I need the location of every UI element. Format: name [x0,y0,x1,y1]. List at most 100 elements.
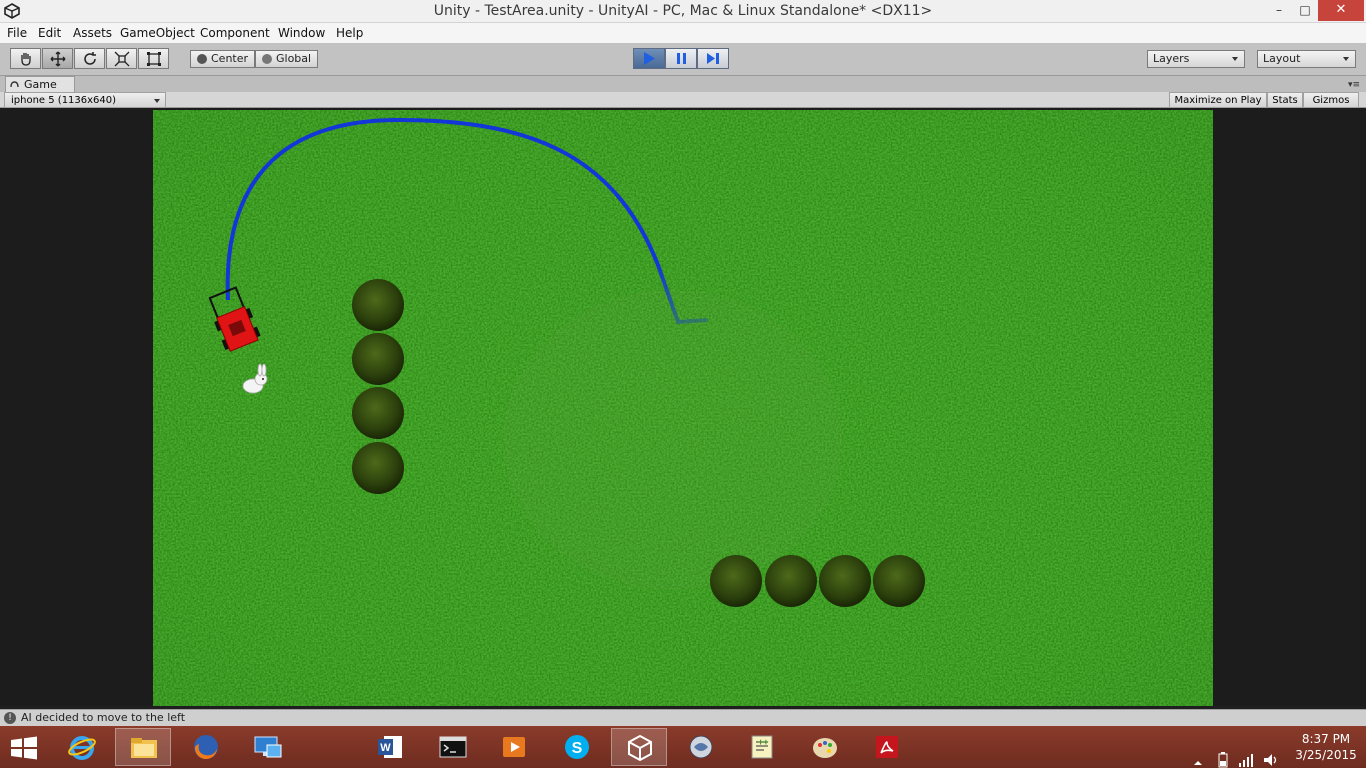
chevron-down-icon [1232,57,1238,61]
menu-component[interactable]: Component [200,23,270,43]
faded-unity-watermark [503,290,843,590]
window-title: Unity - TestArea.unity - UnityAI - PC, M… [433,3,933,19]
media-player-icon [503,737,525,757]
toolbar: Center Global Layers Layout [0,43,1366,76]
taskbar-acrobat[interactable] [859,728,915,766]
gizmos-dropdown[interactable]: Gizmos [1303,92,1359,108]
taskbar-word[interactable]: W [363,728,419,766]
command-prompt-icon [439,736,467,758]
wifi-signal-icon[interactable] [1238,739,1256,768]
maximize-button[interactable]: □ [1292,0,1318,21]
layout-dropdown[interactable]: Layout [1257,50,1356,68]
unity-icon [628,734,652,762]
folder-icon [131,738,157,758]
bush [710,555,762,607]
layers-dropdown[interactable]: Layers [1147,50,1245,68]
maximize-on-play-toggle[interactable]: Maximize on Play [1169,92,1267,108]
taskbar-command-prompt[interactable] [425,728,481,766]
svg-text:++: ++ [758,737,769,747]
menu-bar: File Edit Assets GameObject Component Wi… [0,23,1366,43]
system-clock[interactable]: 8:37 PM 3/25/2015 [1290,731,1362,763]
close-button[interactable]: ✕ [1318,0,1364,21]
step-button[interactable] [697,48,729,69]
game-scene[interactable] [153,110,1213,706]
acrobat-icon [876,736,898,758]
taskbar-remote-desktop[interactable] [240,728,296,766]
aspect-dropdown[interactable]: iphone 5 (1136x640) [4,92,166,108]
pause-button[interactable] [665,48,697,69]
taskbar-internet-explorer[interactable] [54,728,110,766]
menu-gameobject[interactable]: GameObject [120,23,195,43]
tab-game-label: Game [24,78,57,91]
taskbar-notepad-plus[interactable]: ++ [735,728,791,766]
taskbar-unity[interactable] [611,728,667,766]
taskbar-skype[interactable]: S [549,728,605,766]
tab-menu-icon[interactable]: ▾≡ [1348,80,1360,90]
svg-text:W: W [380,742,391,754]
scene-canvas [153,110,1213,706]
pivot-mode-button[interactable]: Center [190,50,255,68]
taskbar-paint[interactable] [797,728,853,766]
bush [765,555,817,607]
step-icon [707,53,719,64]
menu-window[interactable]: Window [278,23,325,43]
skype-icon: S [565,735,589,759]
rect-icon [147,52,161,66]
tab-game[interactable]: Game [5,76,75,92]
bush [352,387,404,439]
scale-tool-button[interactable] [106,48,137,69]
pivot-mode-label: Center [211,52,249,65]
bush [352,279,404,331]
pivot-rotation-button[interactable]: Global [255,50,318,68]
windows-taskbar: W S ++ 8:37 PM 3/25/2015 [0,726,1366,768]
layout-label: Layout [1263,52,1301,65]
aspect-label: iphone 5 (1136x640) [11,95,117,106]
console-status-bar[interactable]: ! AI decided to move to the left [0,709,1366,726]
menu-file[interactable]: File [7,23,27,43]
clock-date: 3/25/2015 [1295,748,1357,762]
internet-explorer-icon [68,736,96,760]
clock-time: 8:37 PM [1301,732,1351,746]
windows-start-icon[interactable] [10,736,38,760]
taskbar-media-player[interactable] [487,728,543,766]
paint-palette-icon [813,738,837,758]
move-tool-button[interactable] [42,48,73,69]
rect-tool-button[interactable] [138,48,169,69]
taskbar-file-explorer[interactable] [115,728,171,766]
remote-desktop-icon [254,736,282,758]
taskbar-firefox[interactable] [178,728,234,766]
pivot-rotation-label: Global [276,52,312,65]
hand-tool-button[interactable] [10,48,41,69]
show-hidden-icons-icon[interactable] [1193,742,1203,768]
firefox-icon [194,735,218,760]
rotate-tool-button[interactable] [74,48,105,69]
bush [352,442,404,494]
move-icon [50,51,66,67]
globe-icon [262,54,272,64]
info-icon: ! [4,712,16,724]
svg-text:S: S [572,740,583,757]
stats-toggle[interactable]: Stats [1267,92,1303,108]
title-bar: Unity - TestArea.unity - UnityAI - PC, M… [0,0,1366,23]
scale-icon [114,51,130,67]
minimize-button[interactable]: – [1266,0,1292,21]
menu-help[interactable]: Help [336,23,363,43]
battery-icon[interactable] [1214,739,1232,768]
taskbar-network-monitor[interactable] [673,728,729,766]
bush [873,555,925,607]
chevron-down-icon [1343,57,1349,61]
play-icon [644,52,655,65]
game-tab-bar: Game ▾≡ [0,76,1366,92]
menu-assets[interactable]: Assets [73,23,112,43]
word-icon: W [378,736,402,758]
bush [819,555,871,607]
menu-edit[interactable]: Edit [38,23,61,43]
play-button[interactable] [633,48,665,69]
layers-label: Layers [1153,52,1190,65]
game-controller-icon [10,81,19,88]
network-monitor-icon [689,735,713,759]
volume-icon[interactable] [1262,739,1280,768]
chevron-down-icon [154,99,160,103]
pause-icon [677,53,686,64]
console-message: AI decided to move to the left [21,711,186,724]
